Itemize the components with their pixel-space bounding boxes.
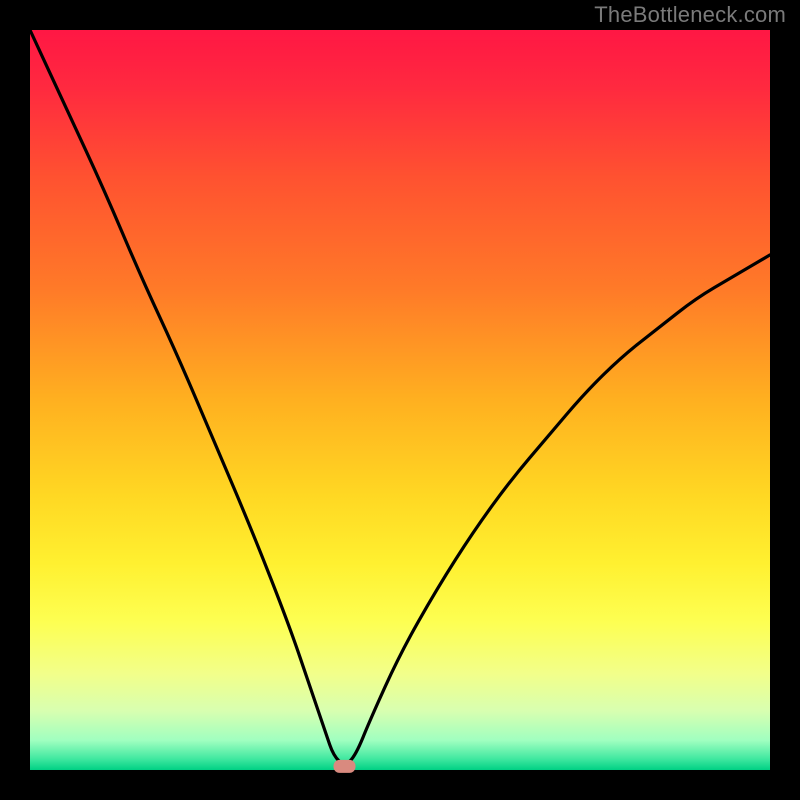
bottleneck-chart bbox=[0, 0, 800, 800]
watermark-text: TheBottleneck.com bbox=[594, 2, 786, 28]
optimal-point-marker bbox=[334, 760, 356, 773]
outer-frame: TheBottleneck.com bbox=[0, 0, 800, 800]
